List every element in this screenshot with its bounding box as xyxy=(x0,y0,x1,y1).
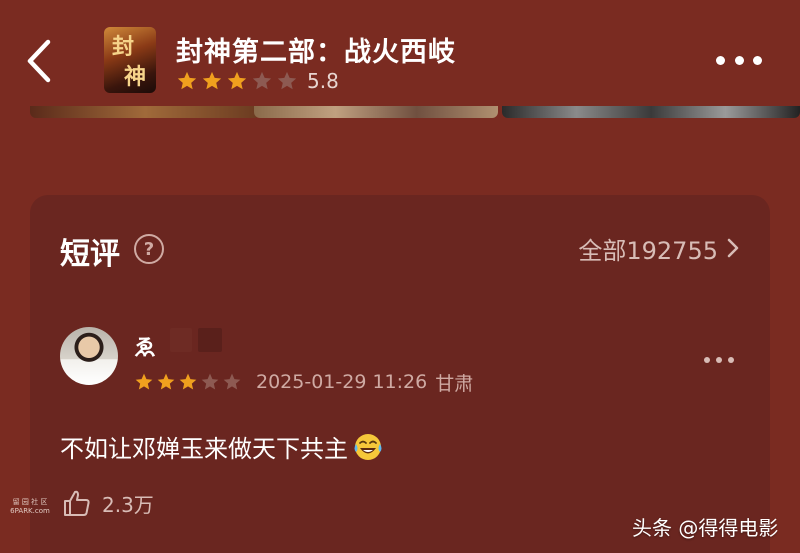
movie-rating: 5.8 xyxy=(176,68,339,94)
short-reviews-card: 短评 ? 全部192755 ゑ 2025-01-29 11:26 甘肃 不如让邓… xyxy=(30,195,770,553)
review-location: 甘肃 xyxy=(435,372,474,395)
review-meta: 2025-01-29 11:26 甘肃 xyxy=(134,370,474,395)
more-dot xyxy=(716,357,722,363)
star-empty-icon xyxy=(223,373,241,390)
poster-char-1: 封 xyxy=(112,34,135,60)
rating-stars xyxy=(176,70,301,92)
watermark-line-2: 6PARK.com xyxy=(10,507,50,515)
movie-poster[interactable]: 封 神 xyxy=(104,27,156,93)
all-reviews-label: 全部192755 xyxy=(578,236,718,265)
more-dot xyxy=(728,357,734,363)
star-filled-icon xyxy=(227,71,247,90)
still-image-3[interactable] xyxy=(502,106,800,118)
star-filled-icon xyxy=(202,71,222,90)
still-image-1[interactable] xyxy=(30,106,260,118)
review-text: 不如让邓婵玉来做天下共主 xyxy=(60,435,348,463)
star-empty-icon xyxy=(201,373,219,390)
rating-score: 5.8 xyxy=(307,69,339,93)
avatar[interactable] xyxy=(60,327,118,385)
review-date: 2025-01-29 11:26 xyxy=(256,371,428,393)
watermark-toutiao: 头条 @得得电影 xyxy=(632,516,779,540)
review-more-button[interactable] xyxy=(704,355,734,365)
chevron-left-icon xyxy=(27,39,51,83)
star-empty-icon xyxy=(252,71,272,90)
redacted-block xyxy=(170,328,192,352)
more-dot xyxy=(704,357,710,363)
star-filled-icon xyxy=(177,71,197,90)
watermark-6park: 留 园 社 区 6PARK.com xyxy=(6,498,54,516)
section-title: 短评 xyxy=(60,237,120,272)
more-dot xyxy=(734,55,744,65)
movie-title: 封神第二部：战火西岐 xyxy=(176,37,456,68)
top-bar: 封 神 封神第二部：战火西岐 5.8 xyxy=(0,0,800,108)
laughing-tears-emoji-icon xyxy=(354,433,382,460)
review-username[interactable]: ゑ xyxy=(134,330,156,362)
more-dot xyxy=(753,55,762,65)
star-empty-icon xyxy=(277,71,297,90)
like-button[interactable]: 2.3万 xyxy=(62,487,154,519)
still-image-2[interactable] xyxy=(254,106,498,118)
all-reviews-link[interactable]: 全部192755 xyxy=(578,233,740,265)
star-filled-icon xyxy=(135,373,153,390)
review-body: 不如让邓婵玉来做天下共主 xyxy=(60,429,384,464)
chevron-right-icon xyxy=(727,238,739,258)
thumbs-up-icon xyxy=(64,490,90,516)
more-options-button[interactable] xyxy=(716,52,762,68)
help-glyph: ? xyxy=(143,238,155,260)
question-circle-icon[interactable]: ? xyxy=(134,234,164,264)
star-filled-icon xyxy=(157,373,175,390)
back-button[interactable] xyxy=(22,38,58,84)
review-stars xyxy=(134,372,244,392)
like-count: 2.3万 xyxy=(102,492,154,517)
watermark-line-1: 留 园 社 区 xyxy=(12,498,48,506)
more-dot xyxy=(716,55,725,65)
star-filled-icon xyxy=(179,373,197,390)
poster-char-2: 神 xyxy=(124,64,147,90)
redacted-block xyxy=(198,328,222,352)
